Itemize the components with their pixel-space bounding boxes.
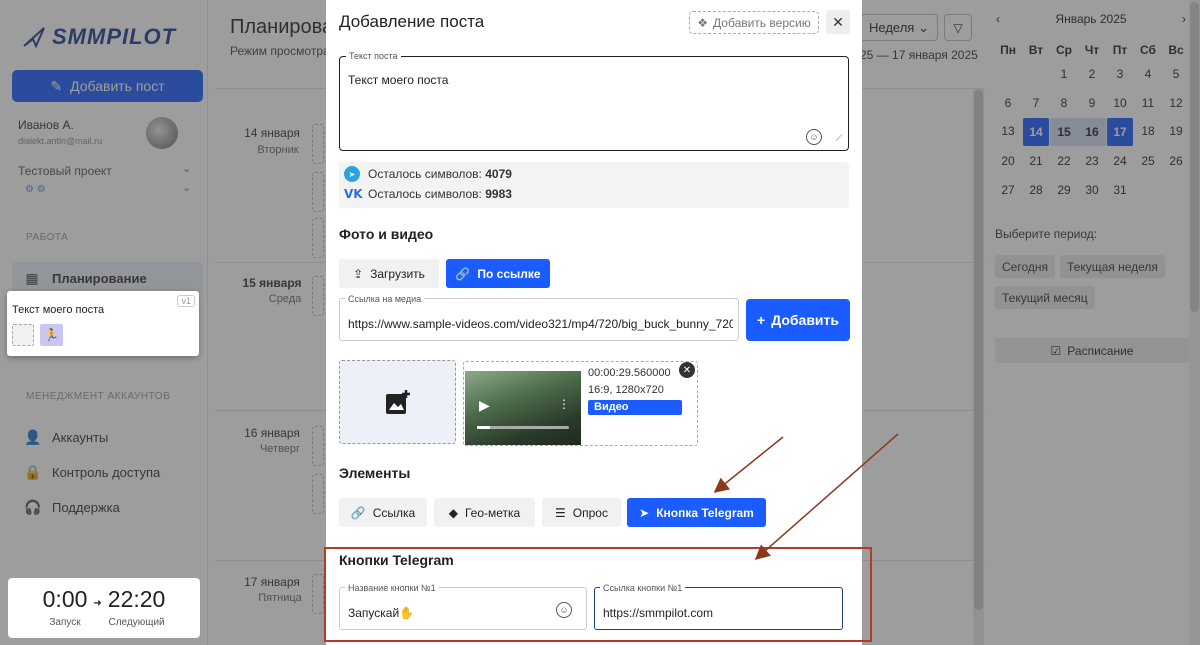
add-media-button[interactable]: + Добавить <box>746 299 850 341</box>
vk-icon: VK <box>344 187 363 201</box>
element-geo-button[interactable]: ◆ Гео-метка <box>434 498 535 527</box>
link-icon: 🔗 <box>455 266 471 281</box>
more-vert-icon[interactable]: ⋮ <box>558 397 570 411</box>
elements-heading: Элементы <box>339 465 411 481</box>
tg-buttons-heading: Кнопки Telegram <box>339 552 454 568</box>
modal-title: Добавление поста <box>339 12 485 31</box>
timer-start-label: Запуск <box>49 617 81 628</box>
video-progress[interactable] <box>477 426 569 429</box>
add-version-label: Добавить версию <box>713 15 811 30</box>
timer-next-label: Следующий <box>108 617 165 628</box>
image-thumb <box>12 324 34 346</box>
add-version-button[interactable]: ❖ Добавить версию <box>689 11 819 34</box>
location-icon: ◆ <box>448 505 458 520</box>
play-icon[interactable]: ▶ <box>479 397 490 414</box>
vk-counter-value: 9983 <box>485 187 512 201</box>
link-icon: 🔗 <box>350 505 366 520</box>
media-link-label: Ссылка на медиа <box>345 294 425 304</box>
element-poll-button[interactable]: ☰ Опрос <box>542 498 621 527</box>
element-tg-label: Кнопка Telegram <box>656 505 754 520</box>
by-link-label: По ссылке <box>477 266 541 281</box>
post-text-value[interactable]: Текст моего поста <box>348 73 448 87</box>
emoji-icon[interactable]: ☺ <box>806 129 822 145</box>
upload-button[interactable]: ⇪ Загрузить <box>339 259 439 288</box>
video-meta: 16:9, 1280x720 <box>588 384 664 396</box>
element-link-label: Ссылка <box>372 505 416 520</box>
upload-label: Загрузить <box>370 266 425 281</box>
tg-counter-value: 4079 <box>485 167 512 181</box>
close-icon: ✕ <box>832 13 844 30</box>
version-badge: v1 <box>177 295 195 307</box>
element-tg-button[interactable]: ➤ Кнопка Telegram <box>627 498 766 527</box>
element-geo-label: Гео-метка <box>464 505 521 520</box>
media-heading: Фото и видео <box>339 226 434 242</box>
timer-start: 0:00 <box>42 586 88 612</box>
plus-icon: + <box>757 312 766 328</box>
video-duration: 00:00:29.560000 <box>588 367 671 379</box>
media-link-value: https://www.sample-videos.com/video321/m… <box>348 317 733 331</box>
element-link-button[interactable]: 🔗 Ссылка <box>339 498 427 527</box>
telegram-icon: ➤ <box>639 505 650 520</box>
element-poll-label: Опрос <box>572 505 608 520</box>
post-preview-text: Текст моего поста <box>12 304 105 316</box>
button-name-input[interactable]: Название кнопки №1 Запускай✋ ☺ <box>339 583 587 630</box>
button-link-label: Ссылка кнопки №1 <box>600 583 686 593</box>
post-preview-card[interactable]: Текст моего поста v1 🏃 <box>7 291 199 356</box>
media-link-input[interactable]: Ссылка на медиа https://www.sample-video… <box>339 294 739 341</box>
tg-counter: ➤ Осталось символов: 4079 <box>344 166 512 182</box>
runner-icon: 🏃 <box>44 328 59 342</box>
remove-media-button[interactable]: ✕ <box>679 362 695 378</box>
video-thumbnail[interactable]: ▶ ⋮ <box>465 371 581 445</box>
add-photo-icon <box>385 390 410 414</box>
vk-counter: VK Осталось символов: 9983 <box>344 187 512 201</box>
button-link-value: https://smmpilot.com <box>603 606 714 620</box>
vk-counter-label: Осталось символов: <box>368 187 482 201</box>
timer-next: 22:20 <box>107 586 166 612</box>
resize-handle-icon[interactable]: ⟋ <box>836 133 842 144</box>
video-type-badge: Видео <box>588 400 682 415</box>
arrow-right-icon: ➜ <box>93 598 102 609</box>
button-name-label: Название кнопки №1 <box>345 583 439 593</box>
upload-icon: ⇪ <box>353 266 364 281</box>
tg-counter-label: Осталось символов: <box>368 167 482 181</box>
post-text-field[interactable]: Текст поста ☺ ⟋ <box>339 51 849 151</box>
emoji-icon[interactable]: ☺ <box>556 602 572 618</box>
close-icon: ✕ <box>682 364 692 376</box>
add-image-dropzone[interactable] <box>339 360 456 444</box>
video-thumb: 🏃 <box>40 324 63 346</box>
telegram-icon: ➤ <box>344 166 360 182</box>
by-link-button[interactable]: 🔗 По ссылке <box>446 259 550 288</box>
close-button[interactable]: ✕ <box>826 10 850 34</box>
button-link-input[interactable]: Ссылка кнопки №1 https://smmpilot.com <box>594 583 843 630</box>
layers-icon: ❖ <box>697 15 709 30</box>
post-text-label: Текст поста <box>346 51 401 61</box>
timer-widget: 0:00 Запуск ➜ 22:20 Следующий <box>8 578 200 638</box>
poll-icon: ☰ <box>555 505 566 520</box>
add-media-label: Добавить <box>771 312 839 328</box>
button-name-value: Запускай✋ <box>348 606 415 620</box>
